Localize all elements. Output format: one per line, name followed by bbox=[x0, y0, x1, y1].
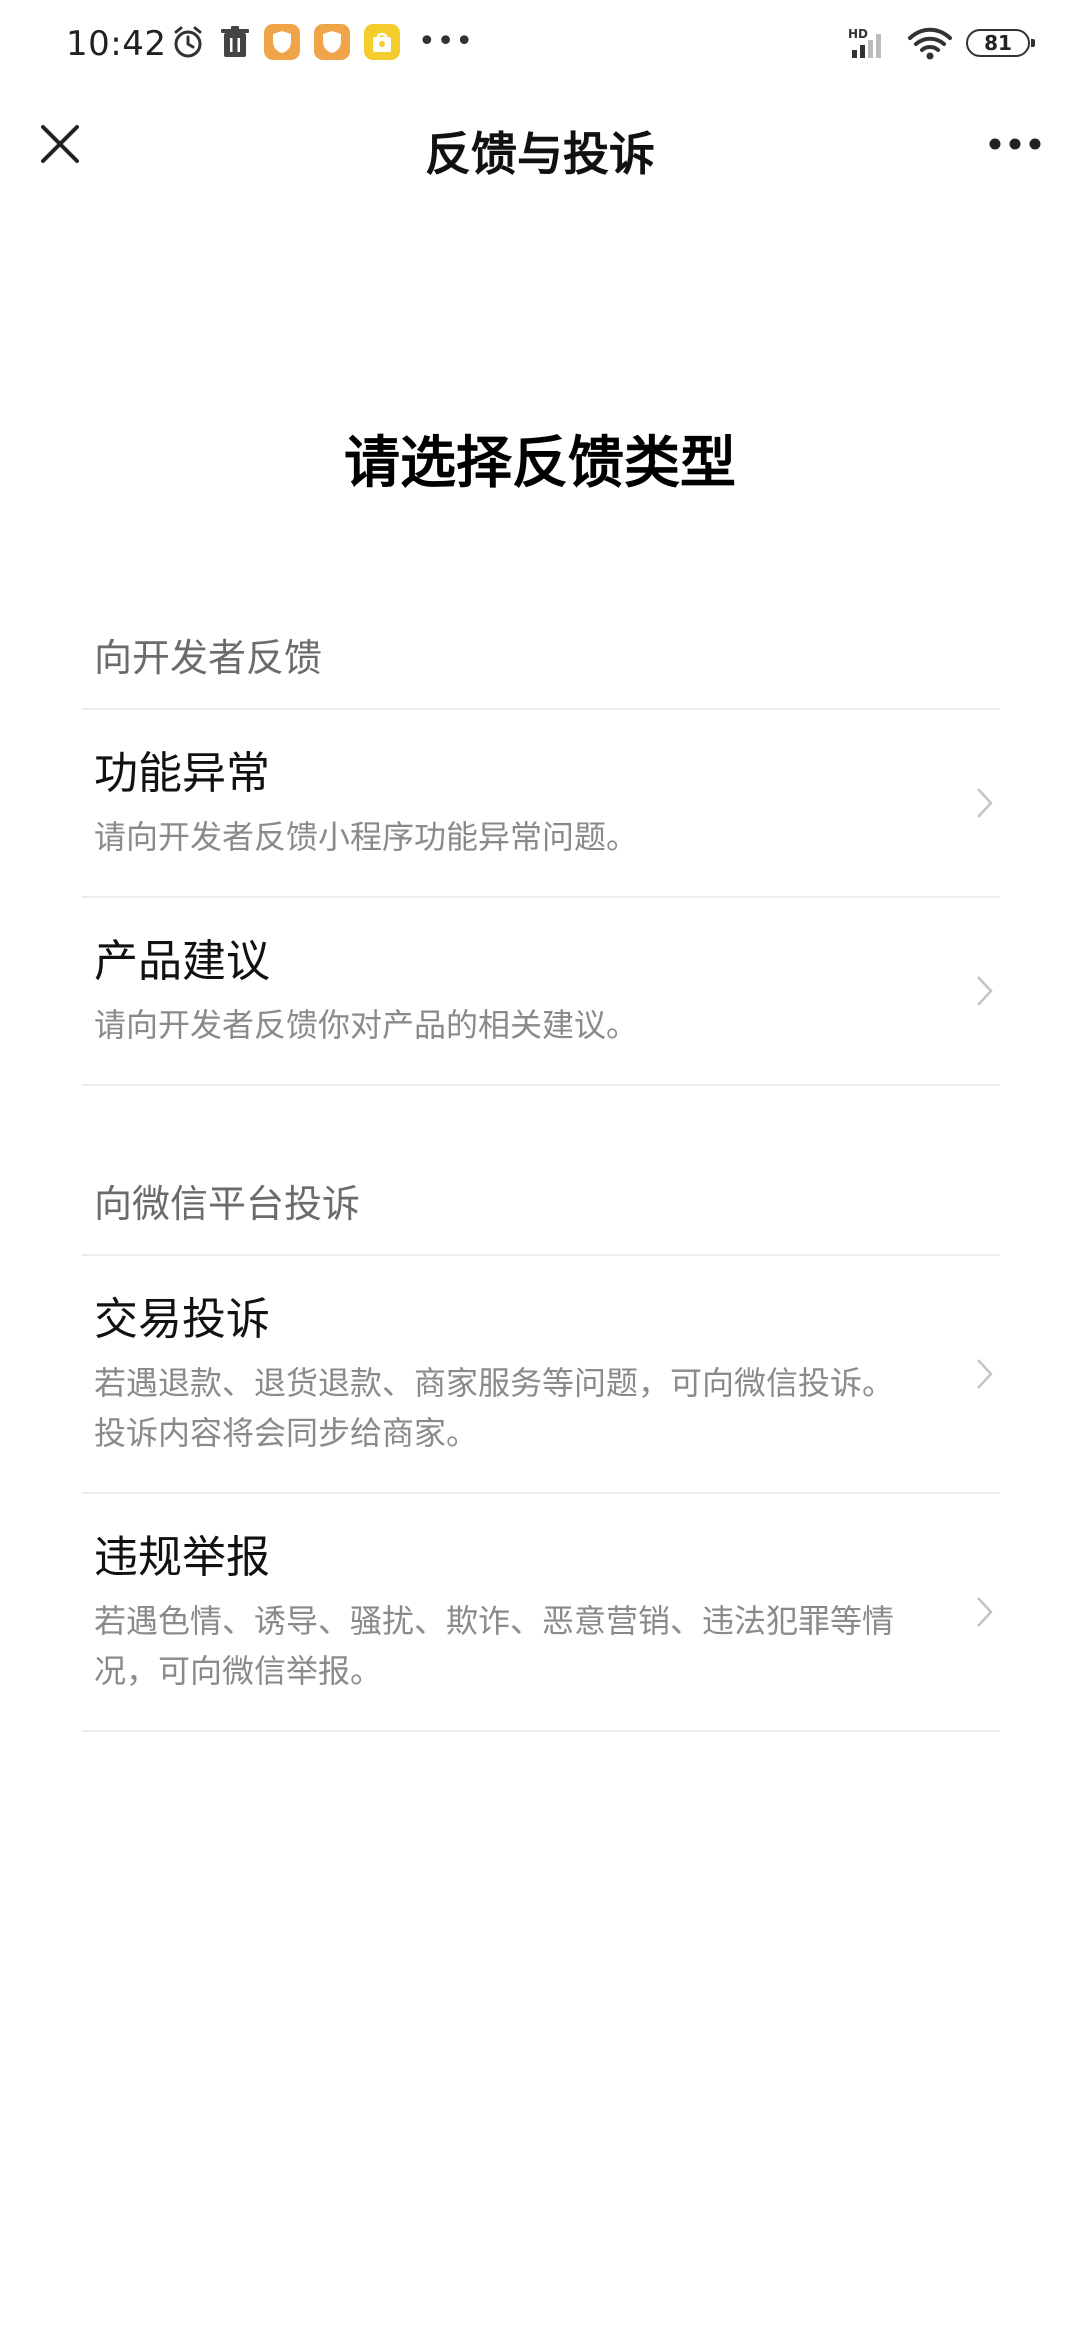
alarm-clock-icon bbox=[170, 24, 206, 60]
signal-icon: HD bbox=[848, 26, 894, 60]
headline: 请选择反馈类型 bbox=[344, 431, 736, 496]
list-item-violation-report[interactable]: 违规举报 若遇色情、诱导、骚扰、欺诈、恶意营销、违法犯罪等情况，可向微信举报。 bbox=[82, 1494, 1000, 1732]
trash-icon bbox=[220, 25, 250, 59]
status-time: 10:42 bbox=[66, 24, 167, 64]
battery-indicator: 81 bbox=[966, 29, 1035, 57]
more-icon bbox=[989, 138, 1041, 150]
feedback-type-list: 向开发者反馈 功能异常 请向开发者反馈小程序功能异常问题。 产品建议 请向开发者… bbox=[82, 600, 1000, 1732]
chevron-right-icon bbox=[970, 971, 1000, 1011]
item-title: 交易投诉 bbox=[94, 1294, 270, 1345]
chevron-right-icon bbox=[970, 1592, 1000, 1632]
list-item-product-suggestion[interactable]: 产品建议 请向开发者反馈你对产品的相关建议。 bbox=[82, 898, 1000, 1086]
item-description: 请向开发者反馈你对产品的相关建议。 bbox=[94, 1006, 639, 1044]
list-item-transaction-complaint[interactable]: 交易投诉 若遇退款、退货退款、商家服务等问题，可向微信投诉。投诉内容将会同步给商… bbox=[82, 1256, 1000, 1494]
item-title: 产品建议 bbox=[94, 936, 270, 987]
item-description: 请向开发者反馈小程序功能异常问题。 bbox=[94, 818, 639, 856]
item-title: 违规举报 bbox=[94, 1532, 270, 1583]
chevron-right-icon bbox=[970, 783, 1000, 823]
app-shield-icon bbox=[314, 24, 350, 60]
nav-bar: 反馈与投诉 bbox=[0, 96, 1080, 192]
item-description: 若遇色情、诱导、骚扰、欺诈、恶意营销、违法犯罪等情况，可向微信举报。 bbox=[94, 1602, 895, 1690]
item-title: 功能异常 bbox=[94, 748, 270, 799]
more-button[interactable] bbox=[980, 114, 1050, 174]
svg-text:HD: HD bbox=[848, 27, 868, 41]
list-item-function-error[interactable]: 功能异常 请向开发者反馈小程序功能异常问题。 bbox=[82, 710, 1000, 898]
wifi-icon bbox=[908, 26, 952, 60]
app-shield-icon bbox=[264, 24, 300, 60]
more-notifications-icon: ••• bbox=[418, 24, 475, 59]
app-bag-icon bbox=[364, 24, 400, 60]
item-description: 若遇退款、退货退款、商家服务等问题，可向微信投诉。投诉内容将会同步给商家。 bbox=[94, 1364, 895, 1452]
page-title: 反馈与投诉 bbox=[425, 127, 655, 181]
chevron-right-icon bbox=[970, 1354, 1000, 1394]
section-header-wechat-platform: 向微信平台投诉 bbox=[82, 1146, 1000, 1256]
status-icons-left: ••• bbox=[170, 24, 474, 60]
section-header-developer: 向开发者反馈 bbox=[82, 600, 1000, 710]
status-bar: 10:42 ••• HD 81 bbox=[0, 0, 1080, 96]
status-icons-right: HD 81 bbox=[848, 26, 1035, 60]
